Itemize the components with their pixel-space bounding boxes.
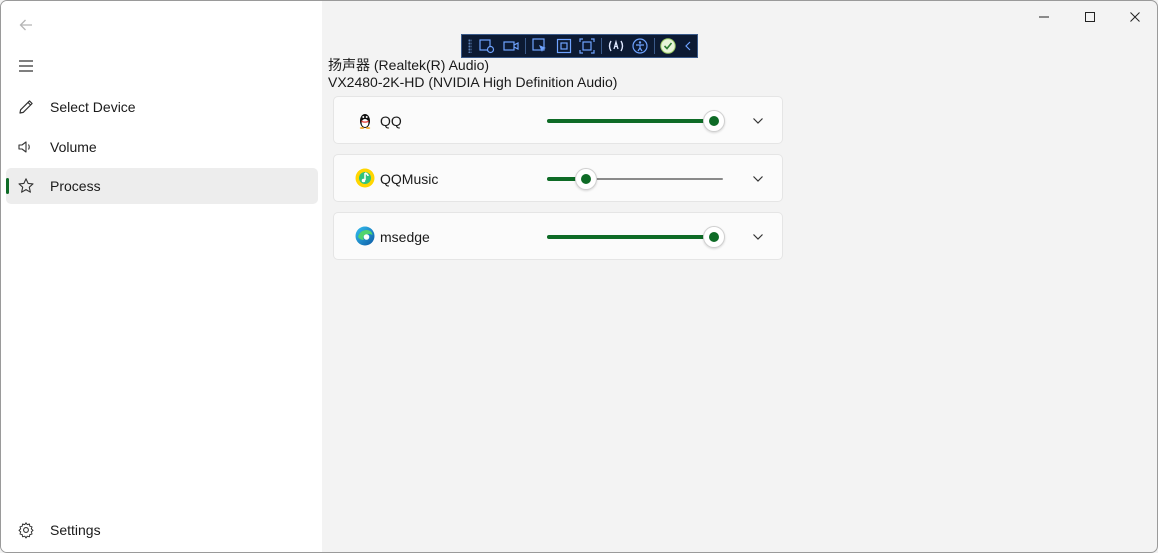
check-status-icon[interactable] [659,36,679,56]
qqmusic-icon [355,168,375,188]
slider-fill [547,235,714,239]
slider-thumb[interactable] [575,168,597,190]
process-name: msedge [380,229,430,245]
selection-indicator [6,178,9,194]
qq-penguin-icon [355,110,375,130]
process-card-qqmusic[interactable]: QQMusic [333,154,783,202]
chevron-down-icon[interactable] [750,229,766,245]
nav-item-label: Volume [50,139,97,155]
process-name: QQ [380,113,402,129]
speaker-icon [17,138,35,156]
device-name-monitor: VX2480-2K-HD (NVIDIA High Definition Aud… [328,74,618,90]
slider-thumb[interactable] [703,110,725,132]
nav-item-label: Process [50,178,101,194]
nav-item-settings[interactable]: Settings [6,512,318,548]
highlight-bounds-icon[interactable] [554,36,574,56]
nav-item-process[interactable]: Process [6,168,318,204]
slider-fill [547,119,714,123]
chevron-down-icon[interactable] [750,171,766,187]
minimize-icon [1039,16,1049,18]
device-name-speaker: 扬声器 (Realtek(R) Audio) [328,57,490,73]
accessibility-icon[interactable] [630,36,650,56]
slider-thumb[interactable] [703,226,725,248]
navigation-pane: Select Device Volume Process Settings [1,1,322,552]
video-camera-icon[interactable] [501,36,521,56]
maximize-icon [1085,12,1095,22]
toolbar-grip[interactable] [468,39,472,53]
process-card-qq[interactable]: QQ [333,96,783,144]
maximize-button[interactable] [1067,1,1113,33]
volume-slider[interactable] [547,168,723,190]
app-tree-icon[interactable] [478,36,498,56]
hamburger-icon [19,60,33,72]
process-name: QQMusic [380,171,439,187]
collapse-toolbar-icon[interactable] [682,36,693,56]
chevron-down-icon[interactable] [750,113,766,129]
star-icon [17,177,35,195]
gear-icon [17,521,35,539]
minimize-button[interactable] [1021,1,1067,33]
layout-adorner-icon[interactable] [577,36,597,56]
select-element-icon[interactable] [530,36,550,56]
back-button[interactable] [14,13,38,37]
close-icon [1130,12,1140,22]
nav-item-label: Settings [50,522,101,538]
debug-toolbar [461,34,698,58]
nav-item-volume[interactable]: Volume [6,129,318,165]
nav-item-label: Select Device [50,99,136,115]
volume-slider[interactable] [547,110,725,132]
nav-item-select-device[interactable]: Select Device [6,89,318,125]
pencil-icon [17,98,35,116]
volume-slider[interactable] [547,226,725,248]
close-button[interactable] [1112,1,1157,33]
hamburger-menu-button[interactable] [14,54,38,78]
edge-icon [355,226,375,246]
back-arrow-icon [19,19,32,31]
app-window: Select Device Volume Process Settings 扬声… [0,0,1158,553]
process-card-msedge[interactable]: msedge [333,212,783,260]
hot-reload-icon[interactable] [606,36,626,56]
